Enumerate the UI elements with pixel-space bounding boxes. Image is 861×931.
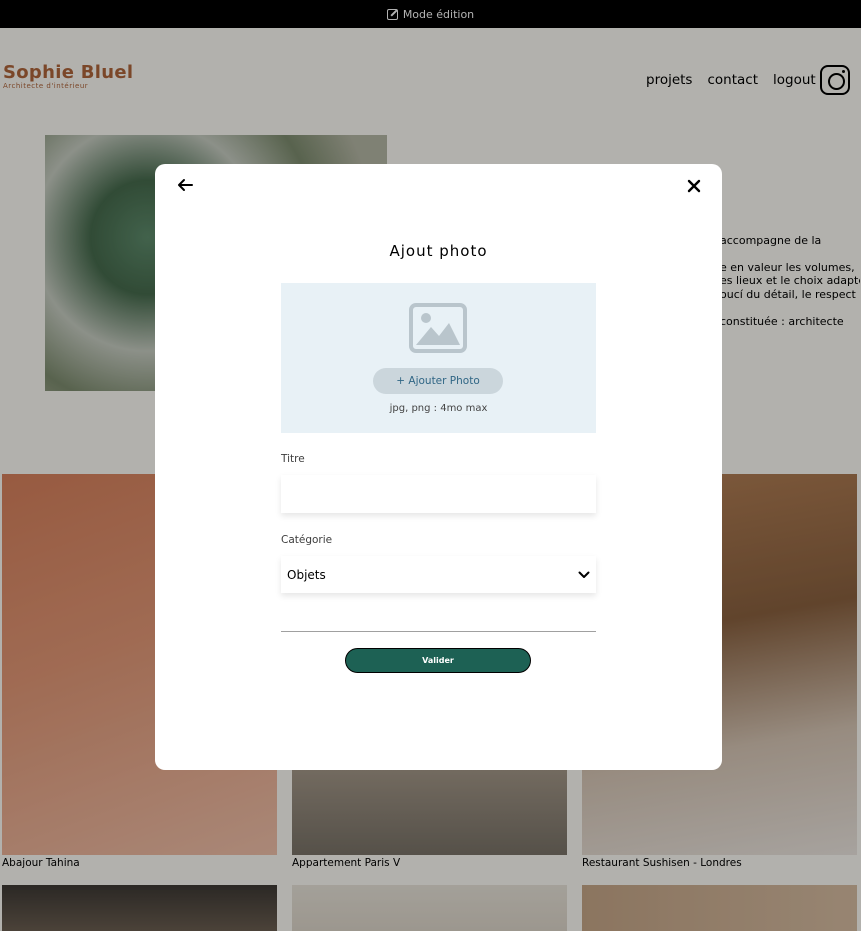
modal-title: Ajout photo xyxy=(389,242,488,260)
category-selected-value: Objets xyxy=(287,567,326,582)
photo-upload-zone[interactable]: + Ajouter Photo jpg, png : 4mo max xyxy=(281,283,596,433)
close-icon[interactable] xyxy=(687,178,701,194)
add-photo-button[interactable]: + Ajouter Photo xyxy=(373,368,503,394)
category-select[interactable]: Objets xyxy=(281,556,596,593)
back-arrow-icon[interactable] xyxy=(177,178,193,192)
image-placeholder-icon xyxy=(409,303,467,353)
title-input[interactable] xyxy=(281,475,596,513)
category-label: Catégorie xyxy=(281,534,333,546)
add-photo-modal: Ajout photo + Ajouter Photo jpg, png : 4… xyxy=(155,164,722,770)
upload-hint: jpg, png : 4mo max xyxy=(389,403,488,414)
divider xyxy=(281,631,596,632)
submit-button[interactable]: Valider xyxy=(345,648,531,673)
chevron-down-icon xyxy=(578,571,590,578)
title-label: Titre xyxy=(281,453,305,465)
